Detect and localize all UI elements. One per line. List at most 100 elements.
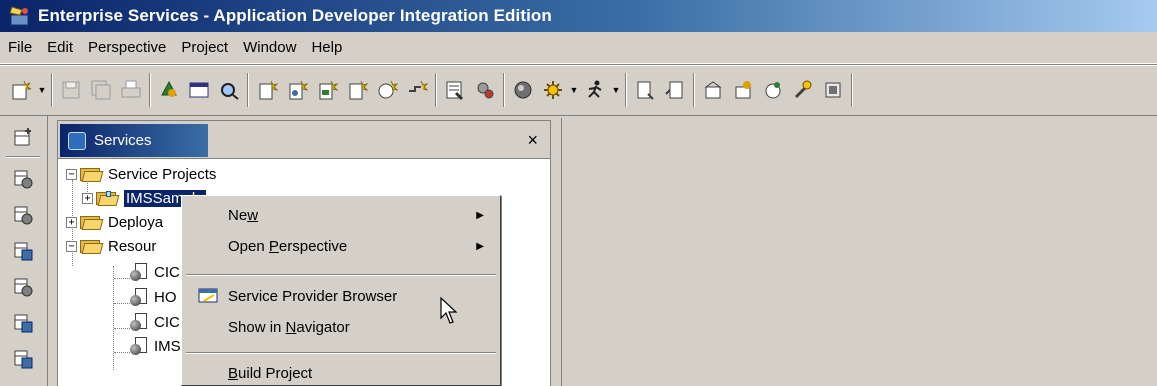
- collapse-icon[interactable]: −: [66, 168, 77, 180]
- perspective-4-icon[interactable]: [8, 272, 38, 302]
- tree-item-resource[interactable]: CIC: [130, 310, 180, 334]
- tree-item-label: Resour: [108, 237, 157, 255]
- run-icon[interactable]: [580, 75, 610, 105]
- open-perspective-icon[interactable]: [8, 122, 38, 152]
- menu-separator: [186, 352, 496, 354]
- tree-item-resource[interactable]: HO: [130, 285, 177, 309]
- collapse-icon[interactable]: −: [66, 240, 77, 252]
- menu-project[interactable]: Project: [181, 39, 228, 56]
- expand-icon[interactable]: +: [66, 216, 77, 228]
- save-all-icon[interactable]: [86, 75, 116, 105]
- toolbar-separator: [693, 73, 695, 107]
- menu-separator: [186, 274, 496, 276]
- editor-area[interactable]: [561, 118, 1157, 386]
- new-wizard-icon[interactable]: [6, 75, 36, 105]
- server-icon[interactable]: [508, 75, 538, 105]
- tree-line: [114, 303, 130, 304]
- tree-item-resource[interactable]: CIC: [130, 260, 180, 284]
- menu-perspective[interactable]: Perspective: [88, 39, 166, 56]
- save-icon[interactable]: [56, 75, 86, 105]
- deploy-3-icon[interactable]: [758, 75, 788, 105]
- new-service-4-icon[interactable]: [342, 75, 372, 105]
- resource-file-icon: [130, 313, 148, 331]
- tree-item-label: Service Projects: [108, 165, 217, 183]
- menu-help[interactable]: Help: [311, 39, 342, 56]
- workbench-icon: [8, 5, 32, 27]
- services-view-header: Services ×: [58, 121, 550, 159]
- menu-window[interactable]: Window: [243, 39, 296, 56]
- run-dropdown[interactable]: ▼: [610, 75, 622, 105]
- menu-item-open-perspective[interactable]: Open Perspective ▶: [184, 231, 498, 261]
- services-tab[interactable]: Services: [60, 124, 208, 157]
- debug-icon[interactable]: [538, 75, 568, 105]
- new-file-2-icon[interactable]: [660, 75, 690, 105]
- menu-file[interactable]: File: [8, 39, 32, 56]
- tree-item-deployable[interactable]: + Deploya: [66, 210, 163, 234]
- tree-item-resources[interactable]: − Resour: [66, 234, 156, 258]
- toolbar-separator: [503, 73, 505, 107]
- perspective-3-icon[interactable]: [8, 236, 38, 266]
- tree-line: [114, 278, 130, 279]
- menu-item-label: Show in Navigator: [228, 318, 350, 336]
- shortcut-divider: [6, 156, 40, 158]
- perspective-shortcut-bar: [0, 116, 48, 386]
- deploy-4-icon[interactable]: [788, 75, 818, 105]
- folder-open-icon: [80, 166, 104, 182]
- menu-item-new[interactable]: New ▶: [184, 200, 498, 230]
- submenu-arrow-icon: ▶: [476, 240, 484, 252]
- title-bar: Enterprise Services - Application Develo…: [0, 0, 1157, 32]
- toolbar-separator: [435, 73, 437, 107]
- tree-item-label: Deploya: [108, 213, 164, 231]
- perspective-1-icon[interactable]: [8, 164, 38, 194]
- tree-item-resource[interactable]: IMS: [130, 334, 181, 358]
- resource-file-icon: [130, 263, 148, 281]
- perspective-2-icon[interactable]: [8, 200, 38, 230]
- tree-item-service-projects[interactable]: − Service Projects: [66, 162, 216, 186]
- open-type-icon[interactable]: [154, 75, 184, 105]
- menu-item-label: New: [228, 206, 259, 224]
- tree-line: [114, 328, 130, 329]
- new-file-icon[interactable]: [630, 75, 660, 105]
- menu-item-build-project[interactable]: Build Project: [184, 358, 498, 386]
- new-service-5-icon[interactable]: [372, 75, 402, 105]
- services-icon: [68, 131, 86, 150]
- tree-item-label: CIC: [154, 313, 180, 331]
- new-wizard-dropdown[interactable]: ▼: [36, 75, 48, 105]
- mouse-cursor-icon: [440, 296, 458, 324]
- deploy-5-icon[interactable]: [818, 75, 848, 105]
- resource-file-icon: [130, 337, 148, 355]
- tree-item-label: CIC: [154, 263, 180, 281]
- deploy-2-icon[interactable]: [728, 75, 758, 105]
- menu-item-label: Build Project: [228, 364, 313, 382]
- tree-line: [114, 352, 130, 353]
- menu-item-label: Open Perspective: [228, 237, 348, 255]
- debug-dropdown[interactable]: ▼: [568, 75, 580, 105]
- open-editor-icon[interactable]: [184, 75, 214, 105]
- new-service-3-icon[interactable]: [312, 75, 342, 105]
- tree-item-label: IMS: [154, 337, 181, 355]
- print-icon[interactable]: [116, 75, 146, 105]
- menu-item-label: Service Provider Browser: [228, 287, 398, 305]
- folder-open-icon: [80, 214, 104, 230]
- toolbar-separator: [247, 73, 249, 107]
- service-provider-browser-icon: [198, 288, 218, 303]
- deploy-icon[interactable]: [698, 75, 728, 105]
- close-icon[interactable]: ×: [527, 131, 538, 149]
- new-service-6-icon[interactable]: [402, 75, 432, 105]
- search-icon[interactable]: [214, 75, 244, 105]
- build-icon[interactable]: [440, 75, 470, 105]
- perspective-6-icon[interactable]: [8, 344, 38, 374]
- toolbar-separator: [625, 73, 627, 107]
- main-toolbar: ▼ ▼ ▼: [0, 64, 1157, 116]
- menu-edit[interactable]: Edit: [47, 39, 73, 56]
- new-service-2-icon[interactable]: [282, 75, 312, 105]
- toolbar-separator: [51, 73, 53, 107]
- folder-open-icon: [80, 238, 104, 254]
- generate-icon[interactable]: [470, 75, 500, 105]
- toolbar-separator: [149, 73, 151, 107]
- new-service-icon[interactable]: [252, 75, 282, 105]
- service-project-folder-icon: [96, 190, 120, 206]
- tree-line: [113, 266, 114, 370]
- expand-icon[interactable]: +: [82, 192, 93, 204]
- perspective-5-icon[interactable]: [8, 308, 38, 338]
